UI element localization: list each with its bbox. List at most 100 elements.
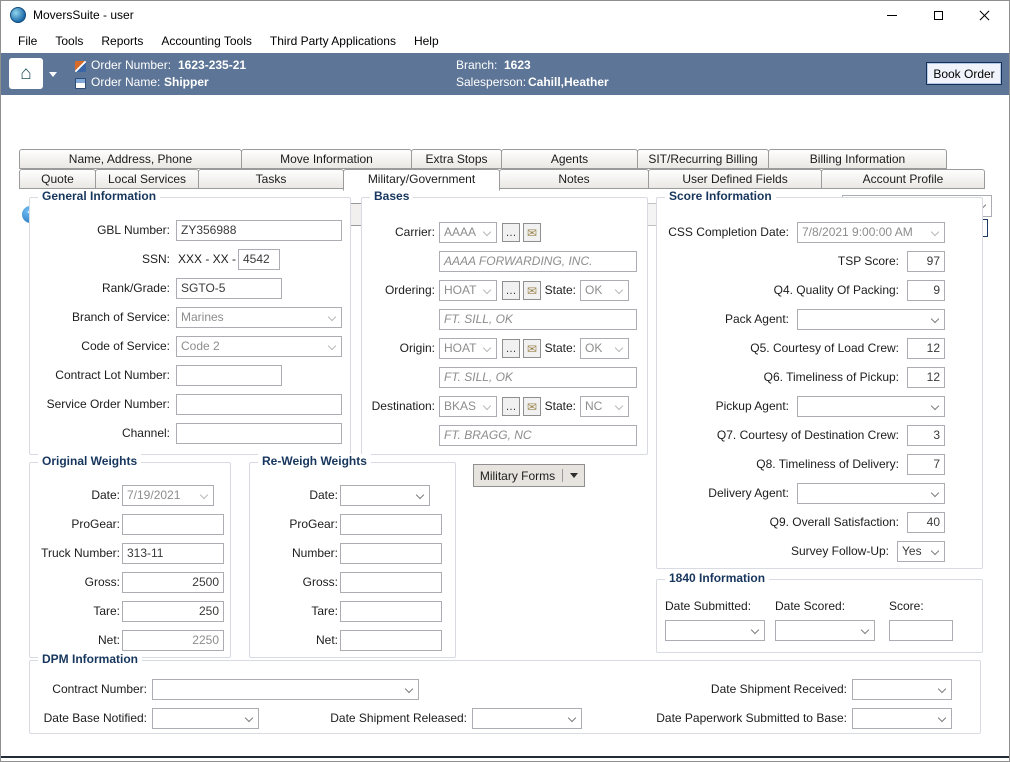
ow-date-combo[interactable]: 7/19/2021: [122, 485, 214, 506]
book-order-button[interactable]: Book Order: [926, 62, 1002, 85]
origin-email-button[interactable]: ✉: [523, 339, 541, 358]
tab-billing-information[interactable]: Billing Information: [768, 149, 947, 169]
origin-code-combo[interactable]: HOAT: [439, 338, 497, 359]
code-of-service-combo[interactable]: Code 2: [176, 336, 342, 357]
close-button[interactable]: [961, 1, 1007, 29]
ow-truck-number-input[interactable]: 313-11: [122, 543, 224, 564]
origin-lookup-button[interactable]: …: [502, 339, 520, 358]
ordering-name-field[interactable]: FT. SILL, OK: [439, 309, 637, 330]
tab-military-government[interactable]: Military/Government: [343, 169, 500, 191]
tab-agents[interactable]: Agents: [501, 149, 638, 169]
rw-tare-input[interactable]: [340, 601, 442, 622]
service-order-number-input[interactable]: [176, 394, 342, 415]
tab-quote[interactable]: Quote: [19, 169, 96, 189]
q9-overall-satisfaction-input[interactable]: 40: [907, 512, 945, 533]
info-1840-title: 1840 Information: [665, 571, 769, 586]
contract-lot-number-input[interactable]: [176, 365, 282, 386]
tab-extra-stops[interactable]: Extra Stops: [411, 149, 502, 169]
ordering-state-combo[interactable]: OK: [580, 280, 629, 301]
destination-email-button[interactable]: ✉: [523, 397, 541, 416]
rw-date-combo[interactable]: [340, 485, 430, 506]
home-button[interactable]: ⌂: [9, 58, 43, 89]
date-shipment-released-combo[interactable]: [472, 708, 582, 729]
ordering-code-combo[interactable]: HOAT: [439, 280, 497, 301]
maximize-button[interactable]: [915, 1, 961, 29]
destination-state-combo[interactable]: NC: [580, 396, 629, 417]
date-shipment-received-label: Date Shipment Received:: [590, 679, 847, 700]
date-submitted-label: Date Submitted:: [665, 596, 751, 617]
date-scored-combo[interactable]: [775, 620, 875, 641]
ow-tare-input[interactable]: 250: [122, 601, 224, 622]
pack-agent-label: Pack Agent:: [661, 309, 789, 330]
pack-agent-combo[interactable]: [797, 309, 945, 330]
origin-state-combo[interactable]: OK: [580, 338, 629, 359]
menu-help[interactable]: Help: [405, 31, 448, 51]
menu-reports[interactable]: Reports: [92, 31, 152, 51]
carrier-email-button[interactable]: ✉: [523, 223, 541, 242]
date-base-notified-label: Date Base Notified:: [34, 708, 147, 729]
ellipsis-icon: …: [506, 227, 517, 239]
q8-timeliness-of-delivery-input[interactable]: 7: [907, 454, 945, 475]
survey-follow-up-combo[interactable]: Yes: [897, 541, 945, 562]
menu-file[interactable]: File: [9, 31, 46, 51]
css-completion-date-combo[interactable]: 7/8/2021 9:00:00 AM: [797, 222, 945, 243]
carrier-name-field[interactable]: AAAA FORWARDING, INC.: [439, 251, 637, 272]
tab-notes[interactable]: Notes: [499, 169, 649, 189]
channel-input[interactable]: [176, 423, 342, 444]
destination-code-combo[interactable]: BKAS: [439, 396, 497, 417]
home-icon: ⌂: [20, 63, 31, 85]
mail-icon: ✉: [527, 227, 537, 239]
ordering-email-button[interactable]: ✉: [523, 281, 541, 300]
rank-grade-input[interactable]: SGTO-5: [176, 278, 282, 299]
reweigh-weights-group: Re-Weigh Weights Date: ProGear: Number: …: [249, 462, 456, 658]
tab-local-services[interactable]: Local Services: [95, 169, 199, 189]
tab-user-defined-fields[interactable]: User Defined Fields: [648, 169, 822, 189]
ellipsis-icon: …: [506, 285, 517, 297]
rw-tare-label: Tare:: [254, 601, 338, 622]
contract-number-combo[interactable]: [152, 679, 419, 700]
rw-progear-input[interactable]: [340, 514, 442, 535]
military-forms-button-label: Military Forms: [480, 469, 555, 483]
ordering-lookup-button[interactable]: …: [502, 281, 520, 300]
rw-net-input[interactable]: [340, 630, 442, 651]
origin-name-field[interactable]: FT. SILL, OK: [439, 367, 637, 388]
ow-progear-input[interactable]: [122, 514, 224, 535]
carrier-lookup-button[interactable]: …: [502, 223, 520, 242]
tab-name-address-phone[interactable]: Name, Address, Phone: [19, 149, 242, 169]
destination-lookup-button[interactable]: …: [502, 397, 520, 416]
ow-gross-input[interactable]: 2500: [122, 572, 224, 593]
q6-timeliness-of-pickup-input[interactable]: 12: [907, 367, 945, 388]
home-dropdown-icon[interactable]: [49, 72, 57, 77]
q7-courtesy-of-destination-crew-input[interactable]: 3: [907, 425, 945, 446]
general-information-title: General Information: [38, 189, 160, 204]
score-1840-input[interactable]: [889, 620, 953, 641]
q4-quality-of-packing-input[interactable]: 9: [907, 280, 945, 301]
rw-number-input[interactable]: [340, 543, 442, 564]
military-forms-button[interactable]: Military Forms: [473, 464, 585, 487]
date-shipment-received-combo[interactable]: [852, 679, 952, 700]
tab-tasks[interactable]: Tasks: [198, 169, 344, 189]
gbl-number-input[interactable]: ZY356988: [176, 220, 342, 241]
rw-gross-input[interactable]: [340, 572, 442, 593]
date-submitted-combo[interactable]: [665, 620, 765, 641]
menu-accounting-tools[interactable]: Accounting Tools: [152, 31, 261, 51]
minimize-button[interactable]: [869, 1, 915, 29]
contract-lot-number-label: Contract Lot Number:: [34, 365, 170, 386]
tsp-score-input[interactable]: 97: [907, 251, 945, 272]
service-order-number-label: Service Order Number:: [34, 394, 170, 415]
destination-name-field[interactable]: FT. BRAGG, NC: [439, 425, 637, 446]
branch-of-service-combo[interactable]: Marines: [176, 307, 342, 328]
tab-move-information[interactable]: Move Information: [241, 149, 412, 169]
menu-third-party-applications[interactable]: Third Party Applications: [261, 31, 405, 51]
ssn-last4-input[interactable]: 4542: [238, 249, 280, 270]
date-base-notified-combo[interactable]: [152, 708, 259, 729]
date-paperwork-submitted-combo[interactable]: [852, 708, 952, 729]
pickup-agent-combo[interactable]: [797, 396, 945, 417]
q5-courtesy-of-load-crew-input[interactable]: 12: [907, 338, 945, 359]
title-bar[interactable]: MoversSuite - user: [1, 1, 1009, 29]
tab-account-profile[interactable]: Account Profile: [821, 169, 985, 189]
carrier-code-combo[interactable]: AAAA: [439, 222, 497, 243]
delivery-agent-combo[interactable]: [797, 483, 945, 504]
menu-tools[interactable]: Tools: [46, 31, 92, 51]
tab-sit-recurring-billing[interactable]: SIT/Recurring Billing: [637, 149, 769, 169]
